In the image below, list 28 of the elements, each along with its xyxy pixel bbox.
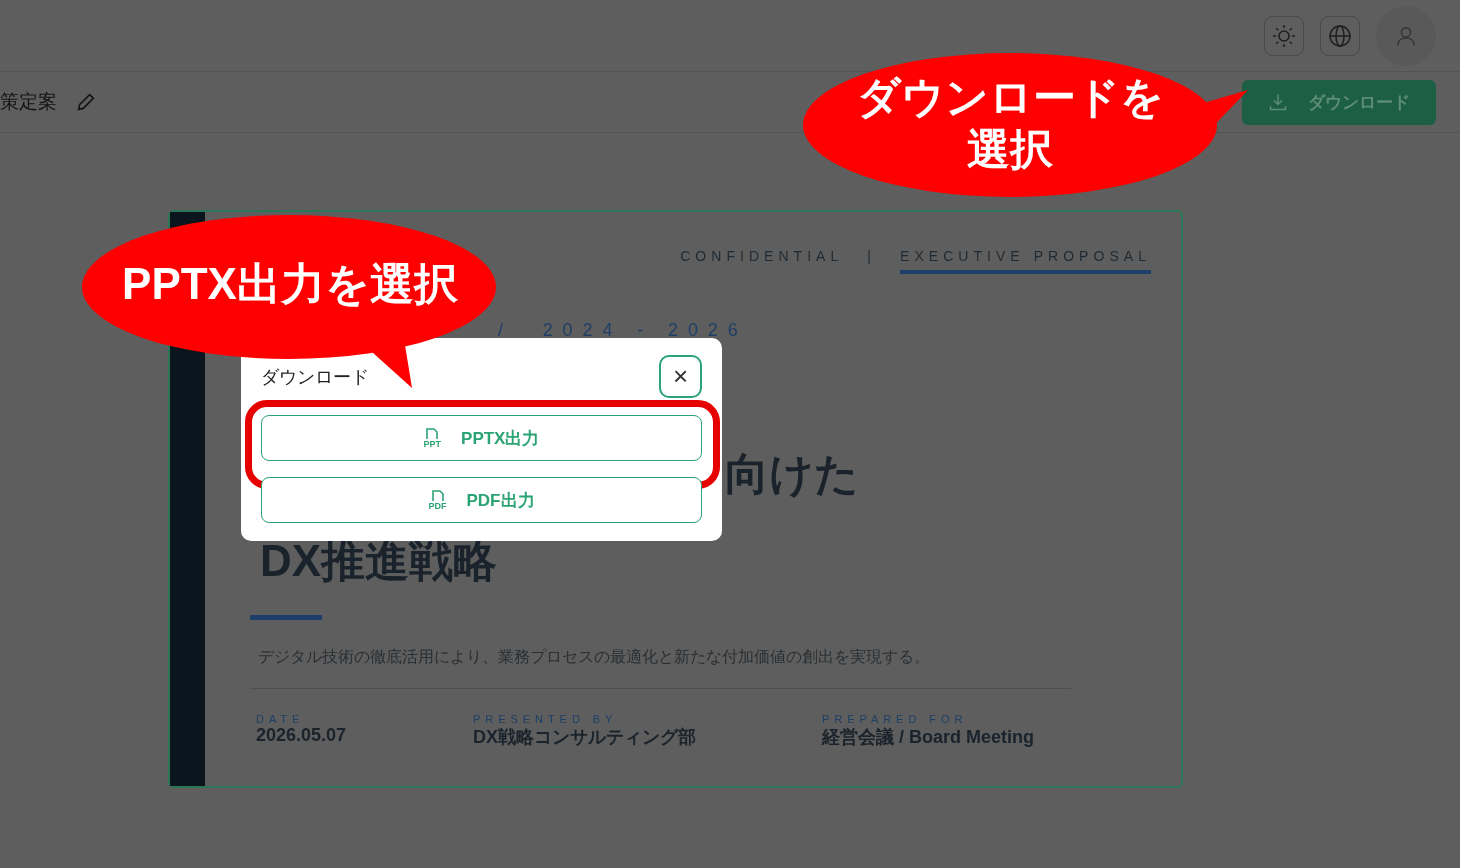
confidential-label: CONFIDENTIAL xyxy=(680,248,844,266)
dialog-title: ダウンロード xyxy=(261,365,369,389)
separator: | xyxy=(867,248,876,266)
meta-label: PREPARED FOR xyxy=(822,713,969,725)
slide-title: 向けた xyxy=(725,448,860,500)
proposal-label: EXECUTIVE PROPOSAL xyxy=(900,248,1151,274)
export-option-button[interactable]: PDF PDF出力 xyxy=(261,477,702,523)
meta-label: DATE xyxy=(256,713,306,725)
pencil-icon[interactable] xyxy=(75,91,97,113)
callout-text: ダウンロードを選択 xyxy=(855,72,1165,175)
download-icon xyxy=(1268,92,1288,112)
sun-icon xyxy=(1272,23,1296,48)
document-title: 策定案 xyxy=(0,90,57,114)
user-icon xyxy=(1395,24,1417,47)
meta-value: 2026.05.07 xyxy=(256,725,348,746)
meta-value: 経営会議 / Board Meeting xyxy=(822,726,1035,749)
download-button[interactable]: ダウンロード xyxy=(1242,79,1436,125)
language-button[interactable] xyxy=(1320,15,1360,56)
export-option-button[interactable]: PPT PPTX出力 xyxy=(261,415,702,461)
meta-value: DX戦略コンサルティング部 xyxy=(473,726,697,749)
period-label: / 2024 - 2026 xyxy=(498,320,749,341)
accent-bar xyxy=(250,615,322,620)
close-button[interactable]: × xyxy=(659,355,702,398)
callout-text: PPTX出力を選択 xyxy=(121,258,459,310)
theme-button[interactable] xyxy=(1264,15,1304,56)
slide-title: DX推進戦略 xyxy=(260,535,499,587)
globe-icon xyxy=(1328,23,1352,48)
meta-label: PRESENTED BY xyxy=(473,713,619,725)
